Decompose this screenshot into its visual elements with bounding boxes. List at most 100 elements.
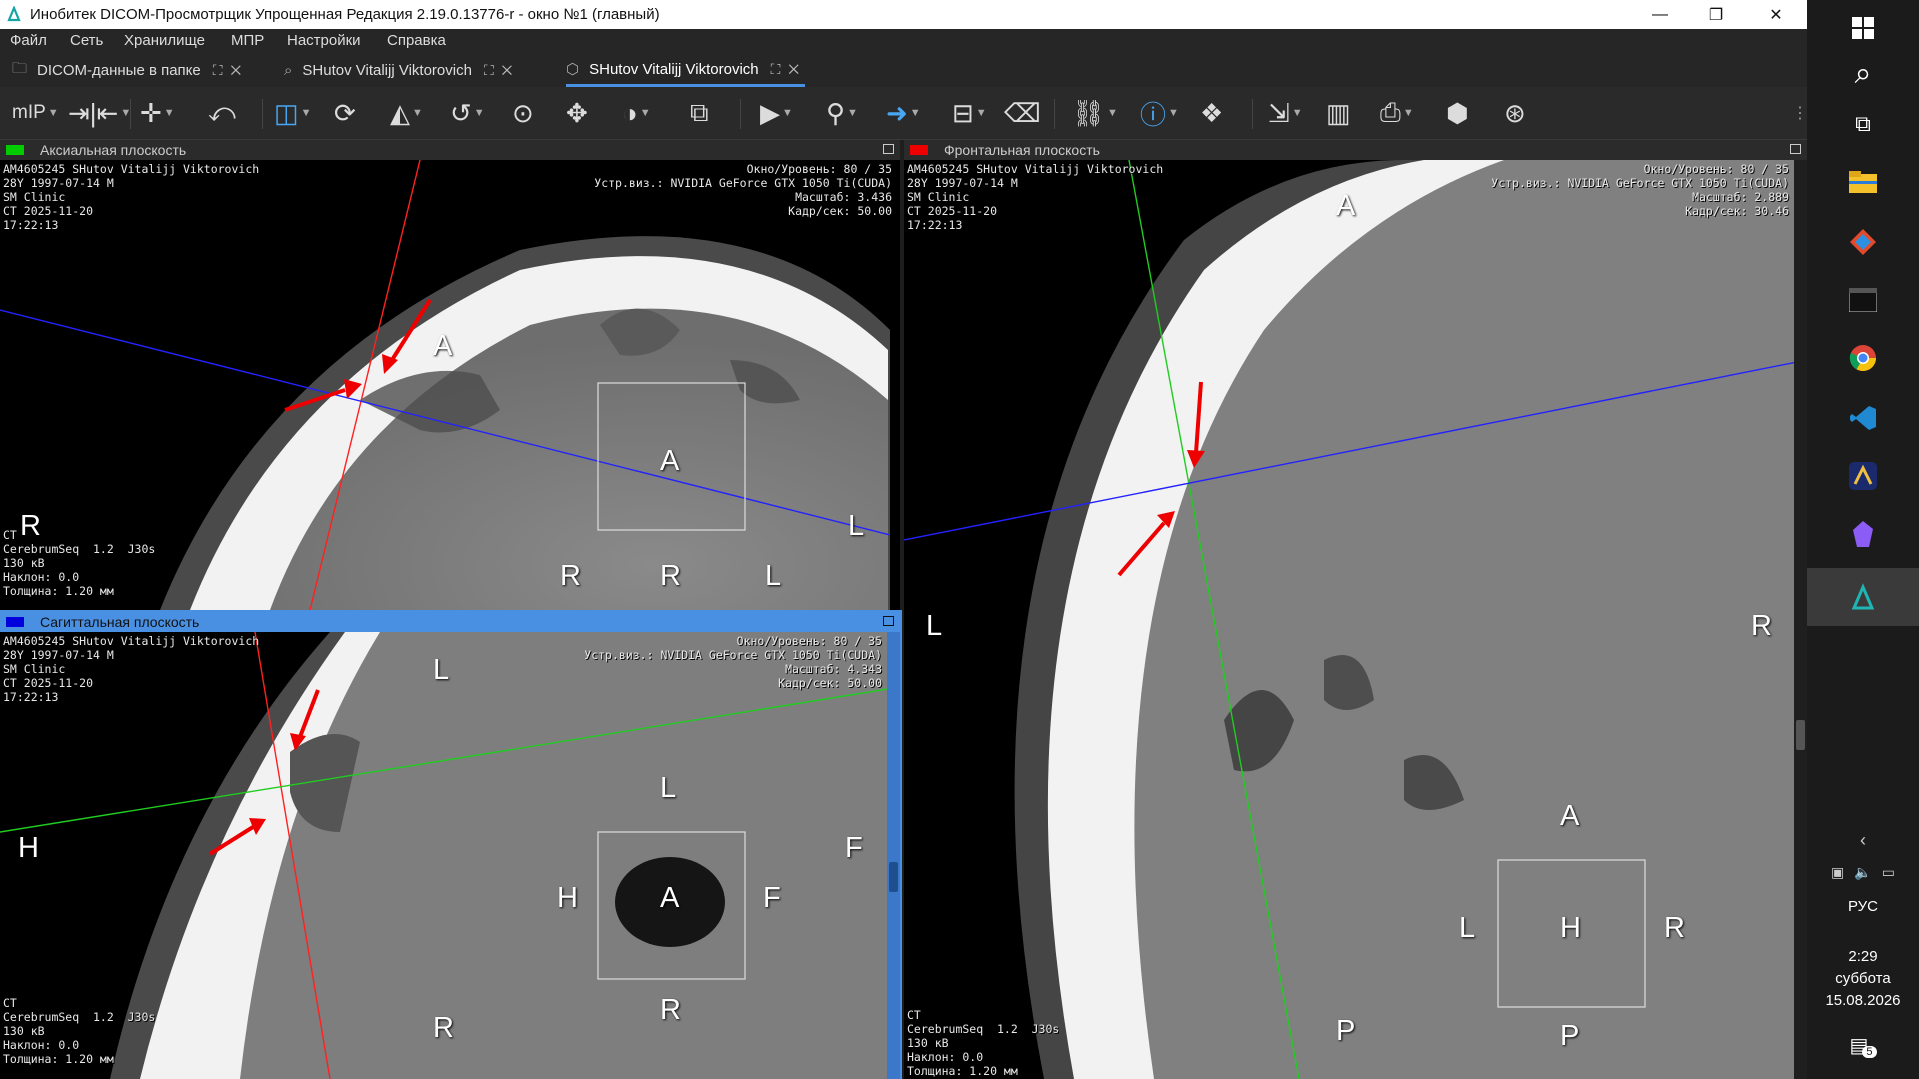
tab-controls[interactable]: ⛶ ✕ [213, 62, 243, 79]
tab-label: DICOM-данные в папке [37, 62, 201, 79]
menu-settings[interactable]: Настройки [287, 32, 361, 49]
pan-icon[interactable]: ✥ [566, 95, 588, 131]
search-icon[interactable]: ⌕ [1807, 56, 1919, 92]
clock-date[interactable]: 15.08.2026 [1807, 992, 1919, 1009]
frontal-patient-overlay: AM4605245 SHutov Vitalijj Viktorovich 28Y… [907, 162, 1164, 232]
task-view-icon[interactable]: ⧉ [1807, 106, 1919, 142]
frontal-color-swatch [910, 145, 928, 155]
minimize-button[interactable]: — [1632, 0, 1688, 29]
sagittal-viewport[interactable]: AM4605245 SHutov Vitalijj Viktorovich 28Y… [0, 632, 900, 1079]
volume-icon[interactable]: ⧉ [690, 95, 709, 131]
axial-cube-right: L [765, 560, 782, 592]
export-icon[interactable]: ⇲ ▼ [1268, 95, 1303, 131]
volume-icon[interactable]: 🔈 [1854, 864, 1871, 881]
curve-tool-icon[interactable]: ⤺ [208, 95, 236, 131]
play-icon[interactable]: ▶ ▼ [760, 95, 793, 131]
menu-mpr[interactable]: МПР [231, 32, 264, 49]
flip-icon[interactable]: ◭ ▼ [390, 95, 423, 131]
link-icon[interactable]: ⛓ ▼ [1072, 95, 1118, 131]
layout-icon[interactable]: ◫ ▼ [274, 95, 311, 131]
frontal-scroll-thumb[interactable] [1796, 720, 1805, 750]
mip-mode-button[interactable]: mIP ▼ [12, 95, 59, 131]
tab-dicom-folder[interactable]: 🗀 DICOM-данные в папке ⛶ ✕ [12, 54, 243, 87]
menu-bar: Файл Сеть Хранилище МПР Настройки Справк… [0, 29, 1807, 54]
menu-storage[interactable]: Хранилище [124, 32, 205, 49]
frontal-cube-center: H [1560, 912, 1581, 944]
film-icon[interactable]: ▥ [1326, 95, 1351, 131]
clock-day[interactable]: суббота [1807, 970, 1919, 987]
tab-controls[interactable]: ⛶ ✕ [484, 62, 514, 79]
rotate-icon[interactable]: ↺ ▼ [450, 95, 485, 131]
tab-patient-study[interactable]: ⌕ SHutov Vitalijj Viktorovich ⛶ ✕ [284, 54, 514, 87]
segments-icon[interactable]: ❖ [1200, 95, 1223, 131]
monitor-icon[interactable]: ▭ [1882, 864, 1895, 881]
crosshair-icon[interactable]: ✛ ▼ [140, 95, 175, 131]
chrome-icon[interactable] [1807, 338, 1919, 378]
zoom-icon[interactable]: ⊙ [512, 95, 534, 131]
title-bar: Инобитек DICOM-Просмотрщик Упрощенная Ре… [0, 0, 1807, 29]
file-explorer-icon[interactable] [1807, 162, 1919, 202]
info-icon[interactable]: ⓘ ▼ [1140, 95, 1179, 131]
separator [1054, 99, 1055, 129]
git-app-icon[interactable] [1807, 222, 1919, 262]
maximize-panel-icon[interactable] [883, 616, 894, 626]
window-level-icon[interactable]: ◑ ▼ [622, 95, 651, 131]
maximize-panel-icon[interactable] [1790, 144, 1801, 154]
separator [1252, 99, 1253, 129]
terminal-icon[interactable] [1807, 280, 1919, 320]
more-icon[interactable]: ⋮ [1792, 95, 1807, 131]
rotate-3d-icon[interactable]: ⟳ [334, 95, 356, 131]
arrow-annotation-icon[interactable]: ➜ ▼ [886, 95, 921, 131]
inobitec-taskbar-icon[interactable] [1807, 568, 1919, 626]
sagittal-orient-left: H [18, 832, 39, 864]
axial-patient-overlay: AM4605245 SHutov Vitalijj Viktorovich 28Y… [3, 162, 260, 232]
frontal-panel[interactable]: Фронтальная плоскость AM4605245 SHutov V… [904, 140, 1807, 1079]
frontal-orient-left: L [926, 610, 943, 642]
menu-file[interactable]: Файл [10, 32, 47, 49]
sagittal-panel[interactable]: Сагиттальная плоскость AM4605245 SHutov … [0, 610, 902, 1079]
settings-wheel-icon[interactable]: ⊛ [1504, 95, 1526, 131]
chevron-left-icon[interactable]: ‹ [1807, 830, 1919, 850]
close-button[interactable]: ✕ [1748, 0, 1804, 29]
windows-start-icon[interactable] [1807, 10, 1919, 46]
frontal-series-overlay: CT CerebrumSeq 1.2 J30s 130 кВ Наклон: 0.0 Т… [907, 1008, 1060, 1078]
frontal-viewport[interactable]: AM4605245 SHutov Vitalijj Viktorovich 28Y… [904, 160, 1807, 1079]
system-tray-icons[interactable]: ▣ 🔈 ▭ [1807, 862, 1919, 882]
axial-title: Аксиальная плоскость [40, 142, 187, 158]
sagittal-scrollbar[interactable] [887, 632, 900, 1079]
sagittal-series-overlay: CT CerebrumSeq 1.2 J30s 130 кВ Наклон: 0.0 Т… [3, 996, 156, 1066]
maximize-button[interactable]: ❐ [1688, 0, 1744, 29]
search-doc-icon: ⌕ [284, 62, 293, 79]
marker-icon[interactable]: ⚲ ▼ [826, 95, 858, 131]
vscode-icon[interactable] [1807, 398, 1919, 438]
menu-network[interactable]: Сеть [70, 32, 103, 49]
axial-viewport[interactable]: AM4605245 SHutov Vitalijj Viktorovich 28Y… [0, 160, 900, 610]
obsidian-icon[interactable] [1807, 514, 1919, 554]
separator [262, 99, 263, 129]
app-a-icon[interactable] [1807, 456, 1919, 496]
3d-cube-icon[interactable]: ⬢ [1446, 95, 1469, 131]
axial-orient-left: R [20, 510, 41, 542]
language-indicator[interactable]: РУС [1807, 898, 1919, 915]
axial-panel[interactable]: Аксиальная плоскость AM4605245 SHutov Vi… [0, 140, 900, 610]
frontal-title: Фронтальная плоскость [944, 142, 1100, 158]
tab-controls[interactable]: ⛶ ✕ [771, 61, 801, 78]
eraser-icon[interactable]: ⌫ [1004, 95, 1041, 131]
ruler-icon[interactable]: ⊟ ▼ [952, 95, 987, 131]
axial-cube-left: R [560, 560, 581, 592]
frontal-scrollbar[interactable] [1794, 160, 1807, 1079]
notification-icon[interactable]: ▤ 5 [1807, 1030, 1919, 1060]
slab-thickness-icon[interactable]: ⇥|⇤ ▼ [68, 95, 131, 131]
clock-time[interactable]: 2:29 [1807, 948, 1919, 965]
menu-help[interactable]: Справка [387, 32, 446, 49]
maximize-panel-icon[interactable] [883, 144, 894, 154]
print-icon[interactable]: ⎙ ▼ [1380, 95, 1414, 131]
sagittal-header: Сагиттальная плоскость [0, 612, 900, 632]
camera-icon[interactable]: ▣ [1831, 864, 1844, 881]
cube-icon: ⬡ [566, 61, 580, 78]
tab-patient-mpr[interactable]: ⬡ SHutov Vitalijj Viktorovich ⛶ ✕ [566, 54, 805, 87]
sagittal-cube-right: F [763, 882, 781, 914]
axial-cube-top: A [660, 445, 680, 477]
window-title: Инобитек DICOM-Просмотрщик Упрощенная Ре… [30, 6, 660, 23]
sagittal-scroll-thumb[interactable] [889, 862, 898, 892]
